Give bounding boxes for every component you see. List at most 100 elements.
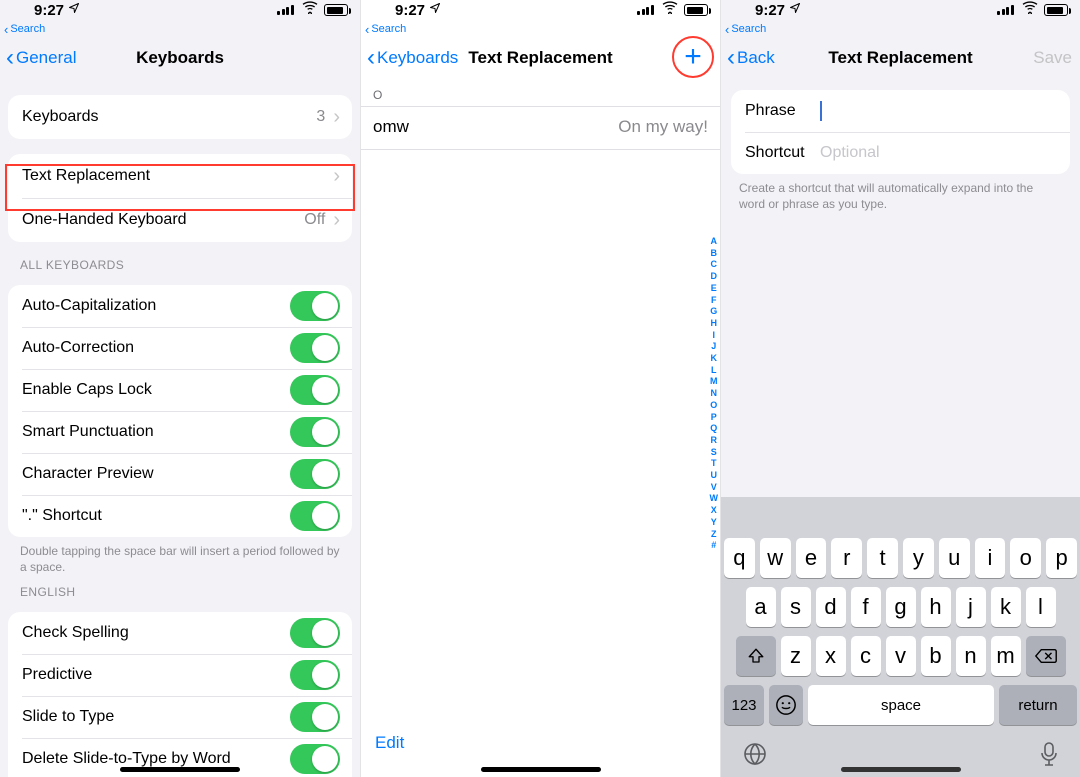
toggle-row[interactable]: Enable Caps Lock	[8, 369, 352, 411]
chevron-icon: ›	[333, 106, 340, 129]
key-j[interactable]: j	[956, 587, 986, 627]
toggle-switch[interactable]	[290, 744, 340, 774]
row-label: Smart Punctuation	[22, 423, 154, 441]
shortcut-field[interactable]: Shortcut Optional	[731, 132, 1070, 174]
edit-button[interactable]: Edit	[375, 733, 404, 753]
key-l[interactable]: l	[1026, 587, 1056, 627]
toggle-switch[interactable]	[290, 291, 340, 321]
row-label: "." Shortcut	[22, 507, 102, 525]
footer-note: Double tapping the space bar will insert…	[0, 537, 360, 575]
toggle-row[interactable]: Auto-Correction	[8, 327, 352, 369]
group-all-keyboards: Auto-Capitalization Auto-Correction Enable…	[8, 285, 352, 537]
key-n[interactable]: n	[956, 636, 986, 676]
nav-bar: ‹Back Text Replacement Save	[721, 36, 1080, 80]
toggle-row[interactable]: Character Preview	[8, 453, 352, 495]
nav-bar: ‹General Keyboards	[0, 36, 360, 80]
backspace-key[interactable]	[1026, 636, 1066, 676]
toggle-switch[interactable]	[290, 501, 340, 531]
location-icon	[68, 2, 80, 14]
key-q[interactable]: q	[724, 538, 755, 578]
key-i[interactable]: i	[975, 538, 1006, 578]
key-m[interactable]: m	[991, 636, 1021, 676]
status-time: 9:27	[395, 2, 425, 19]
toggle-row[interactable]: Predictive	[8, 654, 352, 696]
text-replacement-entry[interactable]: omw On my way!	[361, 106, 720, 150]
key-e[interactable]: e	[796, 538, 827, 578]
key-d[interactable]: d	[816, 587, 846, 627]
location-icon	[789, 2, 801, 14]
space-key[interactable]: space	[808, 685, 994, 725]
back-button[interactable]: ‹Back	[727, 48, 775, 68]
entry-shortcut: omw	[373, 117, 409, 137]
key-t[interactable]: t	[867, 538, 898, 578]
globe-key[interactable]	[743, 742, 767, 766]
key-r[interactable]: r	[831, 538, 862, 578]
phrase-field[interactable]: Phrase	[731, 90, 1070, 132]
shift-key[interactable]	[736, 636, 776, 676]
highlight-circle: +	[672, 36, 714, 78]
toggle-switch[interactable]	[290, 618, 340, 648]
return-key[interactable]: return	[999, 685, 1077, 725]
key-y[interactable]: y	[903, 538, 934, 578]
toggle-row[interactable]: Smart Punctuation	[8, 411, 352, 453]
dictation-key[interactable]	[1040, 742, 1058, 766]
key-s[interactable]: s	[781, 587, 811, 627]
emoji-key[interactable]	[769, 685, 803, 725]
toggle-row[interactable]: "." Shortcut	[8, 495, 352, 537]
alpha-index[interactable]: ABCDEFGHIJKLMNOPQRSTUVWXYZ#	[710, 236, 719, 552]
toggle-switch[interactable]	[290, 660, 340, 690]
keyboard-row: zxcvbnm	[724, 636, 1077, 676]
numbers-key[interactable]: 123	[724, 685, 764, 725]
key-o[interactable]: o	[1010, 538, 1041, 578]
chevron-icon: ›	[333, 165, 340, 188]
toggle-switch[interactable]	[290, 459, 340, 489]
row-label: Check Spelling	[22, 624, 129, 642]
row-value: 3	[316, 108, 325, 126]
key-v[interactable]: v	[886, 636, 916, 676]
field-label: Phrase	[745, 102, 820, 120]
breadcrumb-search[interactable]: ‹Search	[0, 22, 360, 36]
toggle-switch[interactable]	[290, 333, 340, 363]
key-x[interactable]: x	[816, 636, 846, 676]
key-f[interactable]: f	[851, 587, 881, 627]
toggle-switch[interactable]	[290, 702, 340, 732]
row-keyboards[interactable]: Keyboards 3›	[8, 95, 352, 139]
add-button[interactable]: +	[684, 42, 702, 72]
home-indicator[interactable]	[841, 767, 961, 772]
key-a[interactable]: a	[746, 587, 776, 627]
row-one-handed-keyboard[interactable]: One-Handed Keyboard Off›	[8, 198, 352, 242]
back-button[interactable]: ‹General	[6, 48, 76, 68]
toggle-switch[interactable]	[290, 417, 340, 447]
toggle-row[interactable]: Slide to Type	[8, 696, 352, 738]
section-header-english: ENGLISH	[0, 575, 360, 604]
key-g[interactable]: g	[886, 587, 916, 627]
key-u[interactable]: u	[939, 538, 970, 578]
signal-icon	[637, 5, 655, 15]
status-bar: 9:27	[361, 0, 720, 22]
wifi-icon	[302, 0, 318, 14]
save-button[interactable]: Save	[1033, 48, 1072, 68]
key-z[interactable]: z	[781, 636, 811, 676]
home-indicator[interactable]	[120, 767, 240, 772]
key-b[interactable]: b	[921, 636, 951, 676]
key-p[interactable]: p	[1046, 538, 1077, 578]
toggle-row[interactable]: Auto-Capitalization	[8, 285, 352, 327]
row-label: One-Handed Keyboard	[22, 211, 187, 229]
toggle-switch[interactable]	[290, 375, 340, 405]
row-text-replacement[interactable]: Text Replacement ›	[8, 154, 352, 198]
screen-text-replacement-list: 9:27 ‹Search ‹Keyboards Text Replacement…	[360, 0, 720, 777]
home-indicator[interactable]	[481, 767, 601, 772]
key-k[interactable]: k	[991, 587, 1021, 627]
status-bar: 9:27	[0, 0, 360, 22]
key-w[interactable]: w	[760, 538, 791, 578]
signal-icon	[277, 5, 295, 15]
breadcrumb-search[interactable]: ‹Search	[721, 22, 1080, 36]
row-label: Auto-Correction	[22, 339, 134, 357]
battery-icon	[324, 4, 348, 16]
nav-bar: ‹Keyboards Text Replacement +	[361, 36, 720, 80]
key-c[interactable]: c	[851, 636, 881, 676]
breadcrumb-search[interactable]: ‹Search	[361, 22, 720, 36]
key-h[interactable]: h	[921, 587, 951, 627]
toggle-row[interactable]: Check Spelling	[8, 612, 352, 654]
back-button[interactable]: ‹Keyboards	[367, 48, 458, 68]
